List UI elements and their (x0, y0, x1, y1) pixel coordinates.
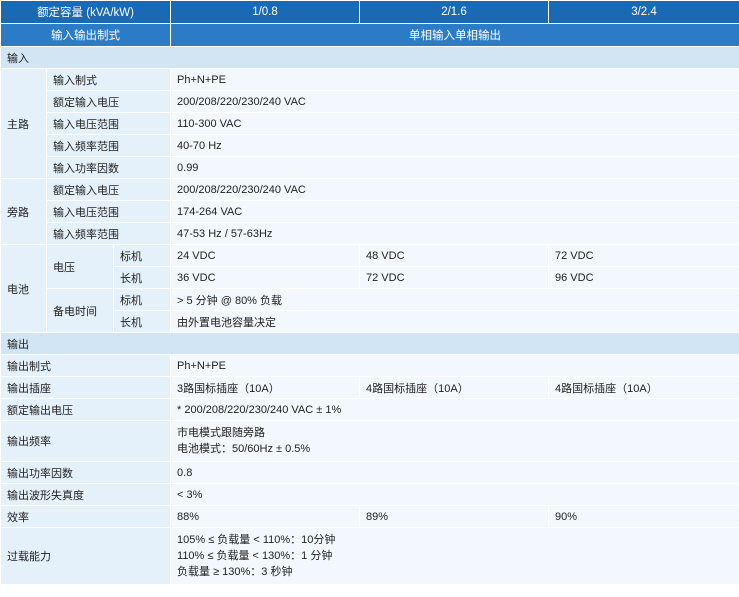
table-row: 额定输出电压 * 200/208/220/230/240 VAC ± 1% (0, 398, 739, 421)
row-value: 200/208/220/230/240 VAC (170, 90, 739, 113)
section-title-output: 输出 (0, 332, 739, 355)
row-label: 输出制式 (0, 354, 172, 377)
row-label: 长机 (112, 266, 172, 289)
group-bypass-label: 旁路 (0, 178, 47, 245)
cell-value: 48 VDC (359, 244, 550, 267)
table-row: 输出频率 市电模式跟随旁路 电池模式：50/60Hz ± 0.5% (0, 420, 739, 462)
cell-value: 88% (170, 505, 361, 528)
row-value: * 200/208/220/230/240 VAC ± 1% (170, 398, 739, 421)
row-label: 额定输入电压 (45, 178, 172, 201)
row-label: 额定输出电压 (0, 398, 172, 421)
table-row: 输入频率范围 40-70 Hz (1, 134, 739, 157)
table-row: 输出插座 3路国标插座（10A） 4路国标插座（10A） 4路国标插座（10A） (0, 376, 739, 399)
table-row: 效率 88% 89% 90% (0, 505, 739, 528)
group-main-label: 主路 (0, 68, 47, 179)
section-title-input: 输入 (0, 46, 739, 69)
value-line: 负载量 ≥ 130%：3 秒钟 (177, 566, 293, 578)
row-value: 105% ≤ 负载量 < 110%：10分钟 110% ≤ 负载量 < 130%… (170, 527, 739, 585)
row-label: 输入功率因数 (45, 156, 172, 179)
row-value: Ph+N+PE (170, 68, 739, 91)
spec-table: 额定容量 (kVA/kW) 1/0.8 2/1.6 3/2.4 输入输出制式 单… (0, 0, 739, 585)
row-label: 效率 (0, 505, 172, 528)
io-mode-value: 单相输入单相输出 (170, 23, 739, 47)
table-row: 输入电压范围 174-264 VAC (1, 200, 739, 223)
value-line: 市电模式跟随旁路 (177, 427, 266, 439)
row-value: 40-70 Hz (170, 134, 739, 157)
row-value: < 3% (170, 483, 739, 506)
battery-voltage-label: 电压 (46, 244, 114, 289)
row-label: 输入电压范围 (45, 200, 172, 223)
table-row: 备电时间 标机 > 5 分钟 @ 80% 负载 (1, 288, 739, 333)
cell-value: 72 VDC (548, 244, 739, 267)
table-row: 输入频率范围 47-53 Hz / 57-63Hz (1, 222, 739, 245)
battery-backup-label: 备电时间 (46, 288, 114, 333)
row-label: 输入频率范围 (45, 222, 172, 245)
table-row: 输出功率因数 0.8 (0, 461, 739, 484)
row-value: Ph+N+PE (170, 354, 739, 377)
row-label: 输出插座 (0, 376, 172, 399)
cell-value: 4路国标插座（10A） (359, 376, 550, 399)
table-row: 额定输入电压 200/208/220/230/240 VAC (1, 90, 739, 113)
row-label: 输入电压范围 (45, 112, 172, 135)
cell-value: 3路国标插座（10A） (170, 376, 361, 399)
row-value: 由外置电池容量决定 (170, 310, 739, 333)
row-label: 输入制式 (45, 68, 172, 91)
table-row: 输出制式 Ph+N+PE (0, 354, 739, 377)
table-row: 过载能力 105% ≤ 负载量 < 110%：10分钟 110% ≤ 负载量 <… (0, 527, 739, 585)
value-line: 105% ≤ 负载量 < 110%：10分钟 (177, 534, 336, 546)
row-label: 输出功率因数 (0, 461, 172, 484)
value-line: 110% ≤ 负载量 < 130%：1 分钟 (177, 550, 333, 562)
header-row: 额定容量 (kVA/kW) 1/0.8 2/1.6 3/2.4 (0, 0, 739, 24)
cell-value: 4路国标插座（10A） (548, 376, 739, 399)
row-label: 输出波形失真度 (0, 483, 172, 506)
row-label: 输入频率范围 (45, 134, 172, 157)
cell-value: 36 VDC (170, 266, 361, 289)
value-line: 电池模式：50/60Hz ± 0.5% (177, 443, 311, 455)
model-3-header: 3/2.4 (548, 0, 739, 24)
section-row-input: 输入 (0, 46, 739, 69)
row-label: 额定输入电压 (45, 90, 172, 113)
table-row: 主路 输入制式 Ph+N+PE (0, 68, 739, 179)
io-mode-row: 输入输出制式 单相输入单相输出 (0, 23, 739, 47)
cell-value: 89% (359, 505, 550, 528)
row-value: 110-300 VAC (170, 112, 739, 135)
row-label: 输出频率 (0, 420, 172, 462)
group-battery-label: 电池 (0, 244, 47, 333)
model-2-header: 2/1.6 (359, 0, 550, 24)
row-value: 200/208/220/230/240 VAC (170, 178, 739, 201)
cell-value: 96 VDC (548, 266, 739, 289)
row-value: 174-264 VAC (170, 200, 739, 223)
cell-value: 90% (548, 505, 739, 528)
io-mode-label: 输入输出制式 (0, 23, 172, 47)
cell-value: 72 VDC (359, 266, 550, 289)
row-label: 标机 (112, 288, 172, 311)
table-row: 旁路 额定输入电压 200/208/220/230/240 VAC (0, 178, 739, 245)
row-value: 0.8 (170, 461, 739, 484)
row-label: 标机 (112, 244, 172, 267)
section-row-output: 输出 (0, 332, 739, 355)
row-value: 47-53 Hz / 57-63Hz (170, 222, 739, 245)
table-row: 输入功率因数 0.99 (1, 156, 739, 179)
row-value: 0.99 (170, 156, 739, 179)
cell-value: 24 VDC (170, 244, 361, 267)
table-row: 输出波形失真度 < 3% (0, 483, 739, 506)
row-value: > 5 分钟 @ 80% 负载 (170, 288, 739, 311)
capacity-label: 额定容量 (kVA/kW) (0, 0, 172, 24)
table-row: 输入电压范围 110-300 VAC (1, 112, 739, 135)
model-1-header: 1/0.8 (170, 0, 361, 24)
table-row: 电池 电压 标机 24 VDC 48 VDC 72 VDC (0, 244, 739, 333)
row-value: 市电模式跟随旁路 电池模式：50/60Hz ± 0.5% (170, 420, 739, 462)
row-label: 长机 (112, 310, 172, 333)
row-label: 过载能力 (0, 527, 172, 585)
